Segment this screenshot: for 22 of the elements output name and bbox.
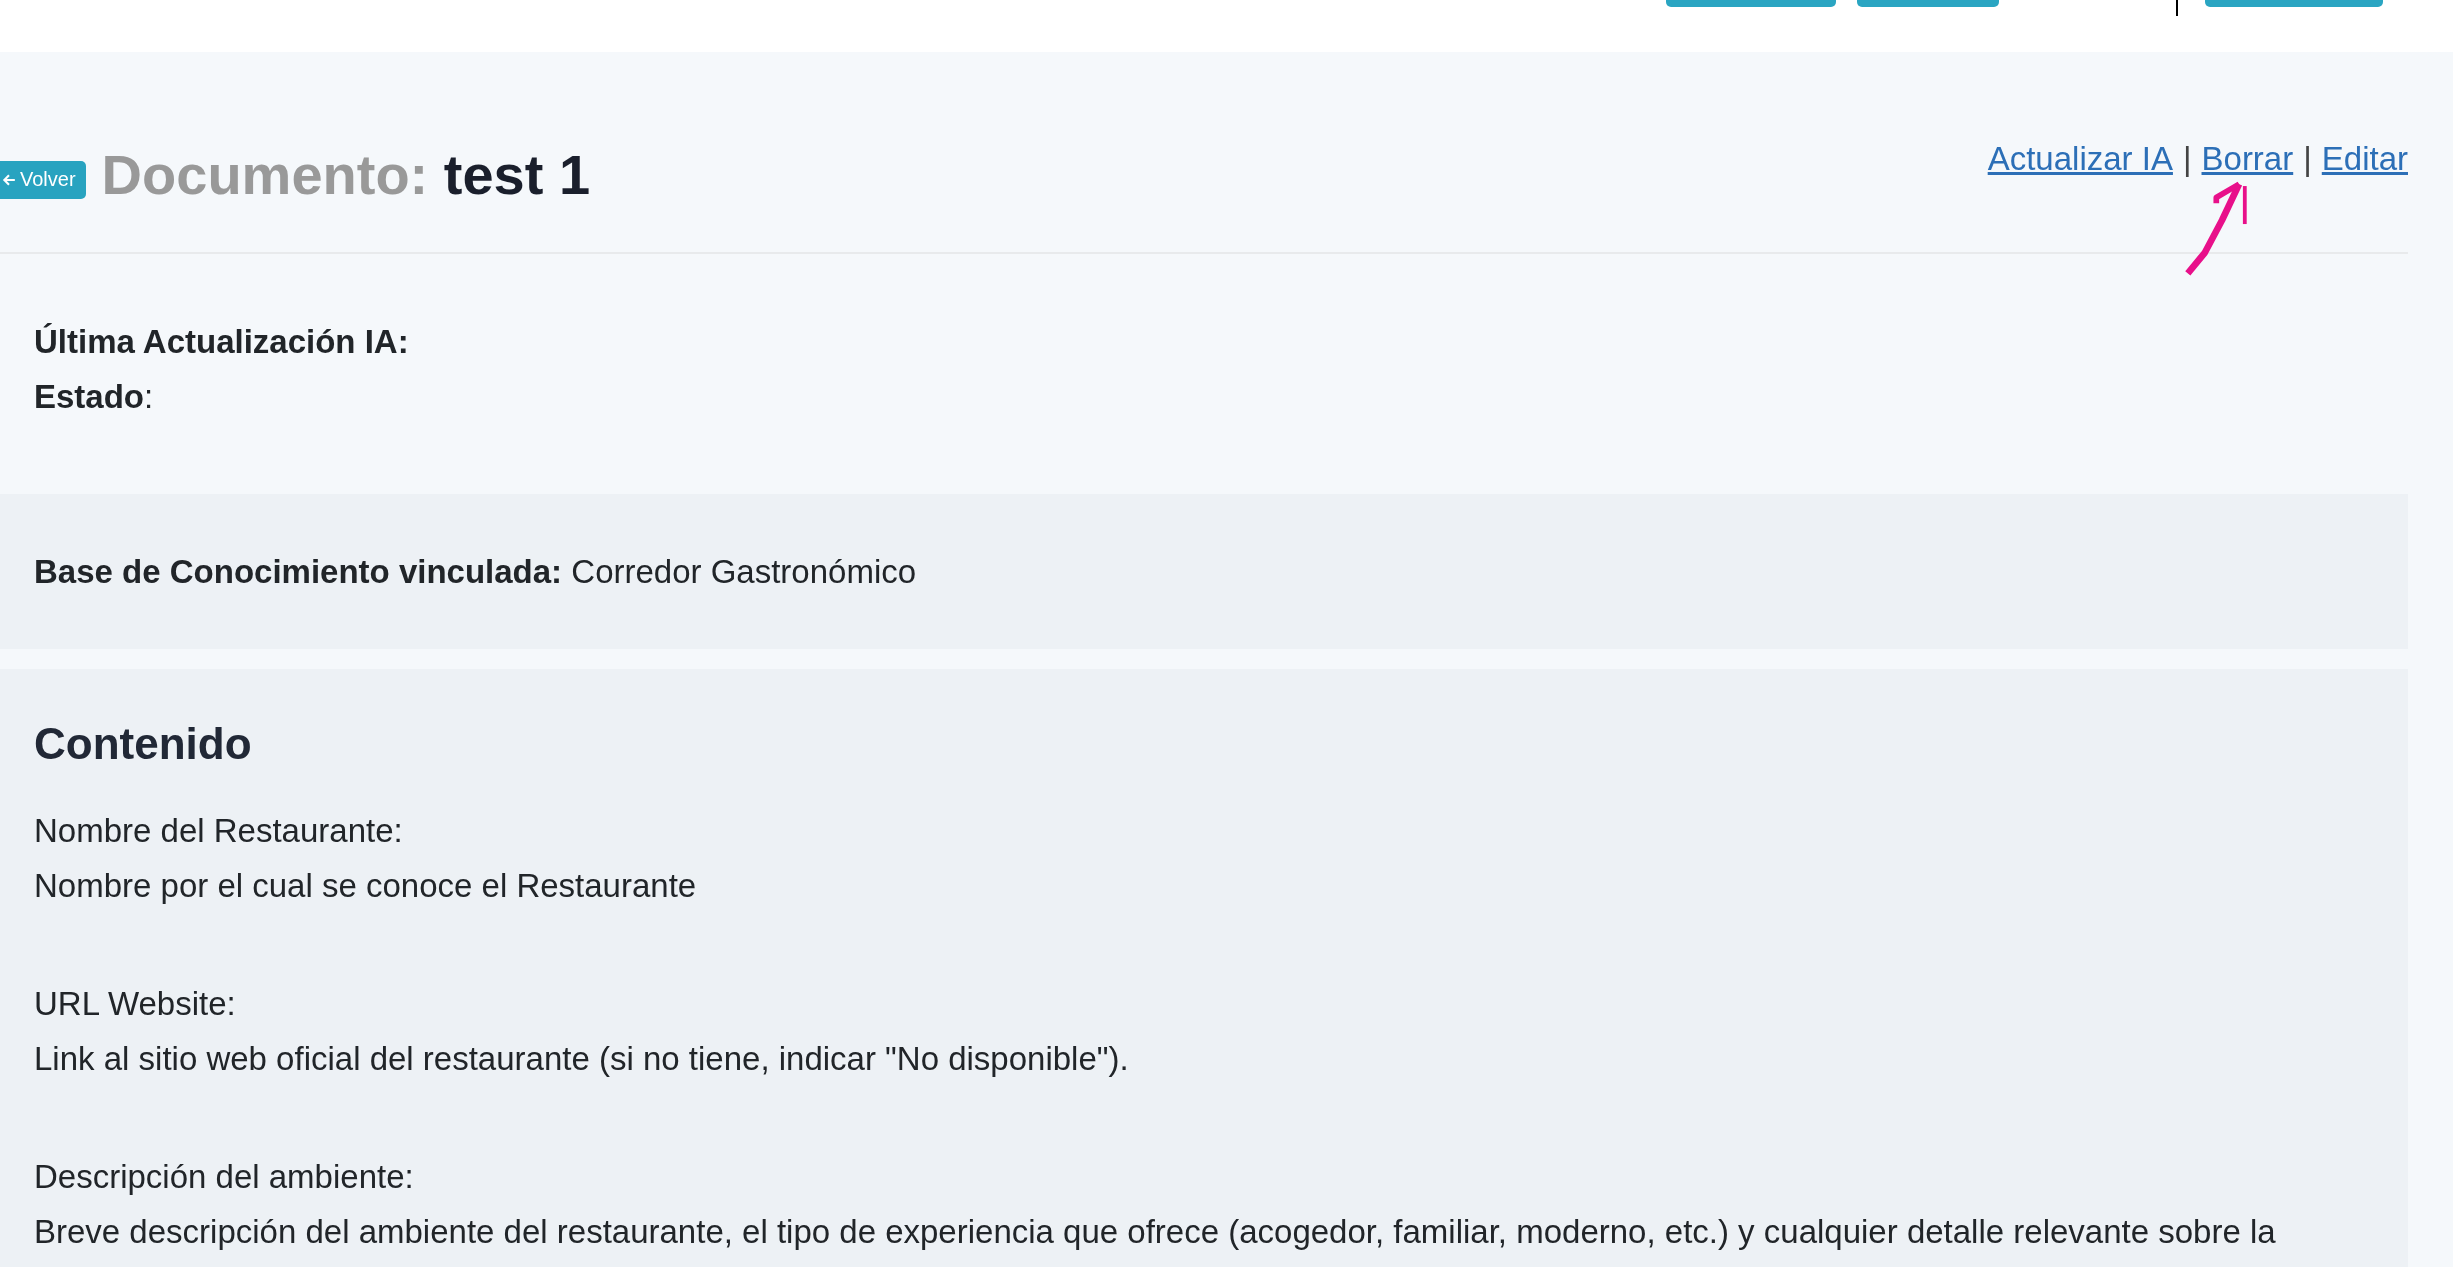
document-title: Documento: test 1 [101, 142, 591, 207]
meta-field: Última Actualización IA: [34, 314, 2374, 369]
knowledge-base-text: Base de Conocimiento vinculada: Corredor Gastronómico [34, 552, 917, 592]
field-description: Breve descripción del ambiente del restaurante, el tipo de experiencia que ofrece (acogedor, familiar, moderno, etc.) y cualquier detalle relevante sobre la [34, 1212, 2277, 1252]
header-button[interactable] [1666, 0, 1836, 7]
separator: | [2182, 140, 2192, 178]
back-button[interactable]: Volver [0, 160, 86, 199]
meta-field: Estado: [34, 369, 2374, 424]
field-label: Nombre del Restaurante: [34, 811, 404, 851]
separator: | [2303, 140, 2312, 178]
section-heading: Contenido [34, 719, 253, 769]
header-button[interactable] [1857, 0, 1999, 7]
field-label: Descripción del ambiente: [34, 1157, 415, 1197]
field-label: URL Website: [34, 984, 237, 1024]
header-button[interactable] [2205, 0, 2383, 7]
field-description: Link al sitio web oficial del restaurante (si no tiene, indicar "No disponible"). [34, 1039, 1130, 1079]
action-link[interactable]: Editar [2321, 140, 2408, 178]
text-cursor [2176, 0, 2178, 16]
back-arrow-icon [2, 172, 16, 187]
field-description: Nombre por el cual se conoce el Restaurante [34, 866, 698, 906]
action-link[interactable]: Borrar [2201, 140, 2294, 178]
action-link[interactable]: Actualizar IA [1987, 140, 2173, 178]
